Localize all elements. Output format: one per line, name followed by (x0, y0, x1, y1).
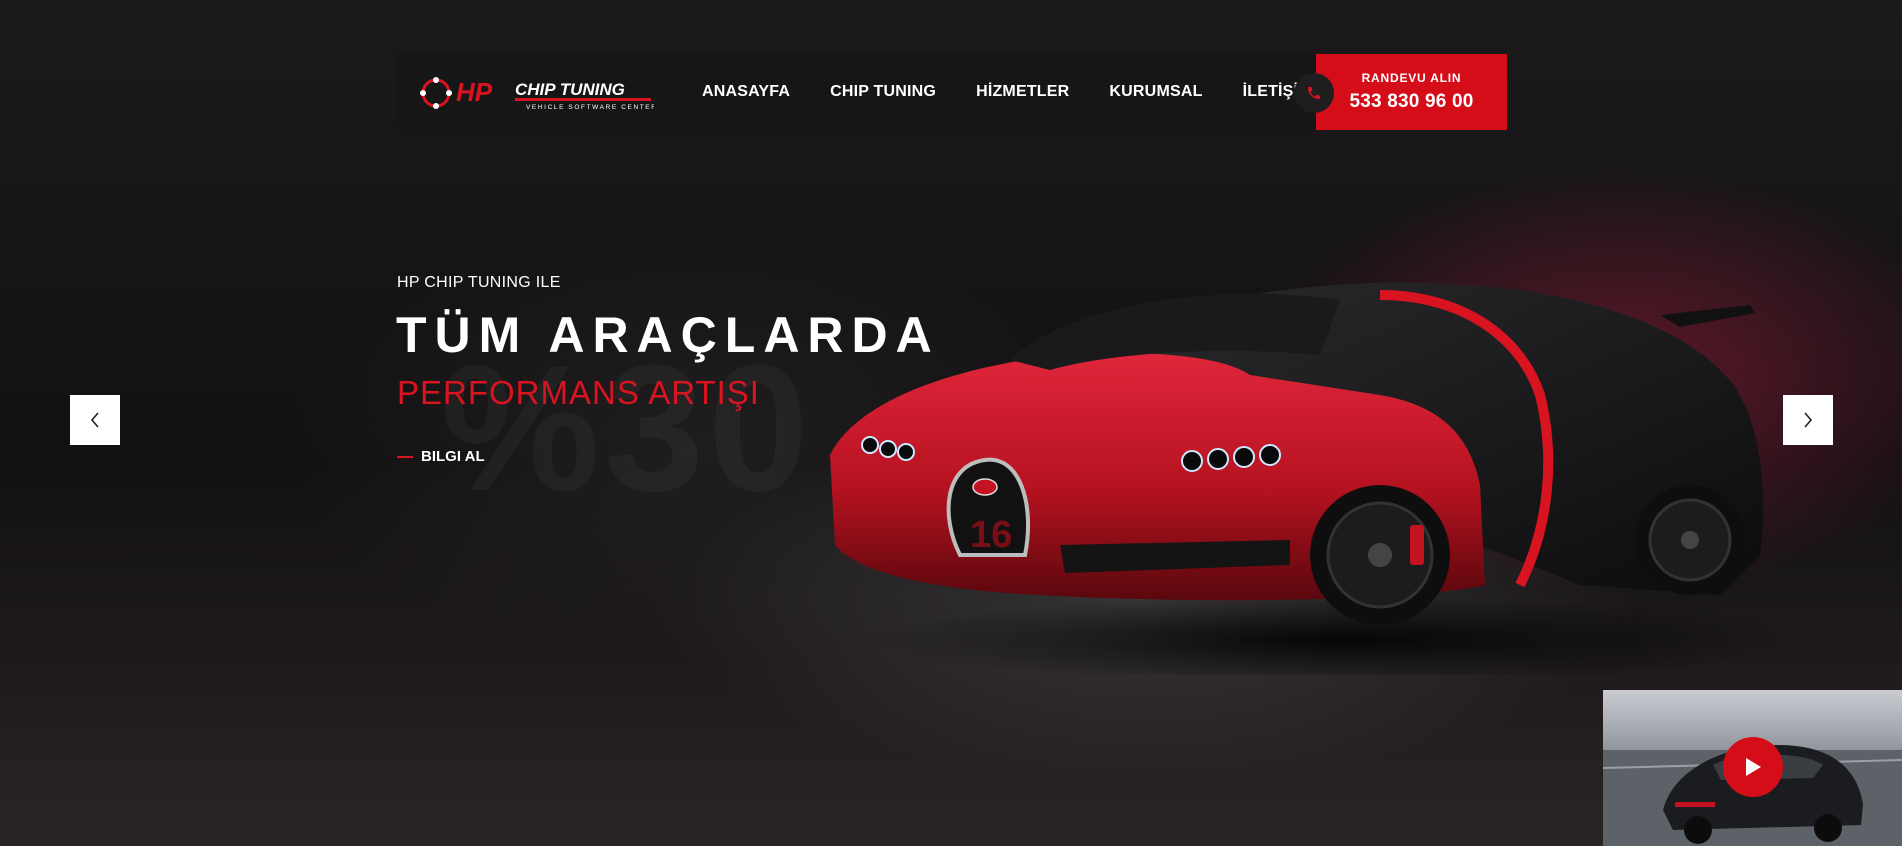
svg-text:CHIP TUNING: CHIP TUNING (515, 80, 625, 99)
chevron-right-icon (1804, 412, 1813, 428)
svg-text:HP: HP (456, 77, 493, 107)
red-dash (397, 455, 413, 458)
hero-car-image: 16 (830, 282, 1810, 675)
hero-kicker: HP CHIP TUNING ILE (397, 274, 561, 291)
site-header: HP CHIP TUNING VEHICLE SOFTWARE CENTER A… (396, 54, 1316, 130)
info-link[interactable]: BILGI AL (397, 448, 485, 465)
nav-item-anasayfa[interactable]: ANASAYFA (702, 83, 790, 101)
chevron-left-icon (90, 412, 99, 428)
svg-text:VEHICLE SOFTWARE CENTER: VEHICLE SOFTWARE CENTER (526, 104, 654, 111)
slider-prev-button[interactable] (70, 395, 120, 445)
appointment-label: RANDEVU ALIN (1361, 71, 1462, 85)
nav-item-chip-tuning[interactable]: CHIP TUNING (830, 83, 936, 101)
appointment-phone: 533 830 96 00 (1349, 91, 1474, 112)
svg-text:16: 16 (970, 514, 1012, 556)
appointment-button[interactable]: RANDEVU ALIN 533 830 96 00 (1316, 54, 1507, 130)
play-button[interactable] (1723, 737, 1783, 797)
info-link-label: BILGI AL (421, 448, 485, 465)
hero-subtitle: PERFORMANS ARTIŞI (397, 374, 760, 411)
play-icon (1746, 758, 1761, 776)
main-nav: ANASAYFA CHIP TUNING HİZMETLER KURUMSAL … (702, 54, 1312, 130)
nav-item-hizmetler[interactable]: HİZMETLER (976, 83, 1069, 101)
nav-item-kurumsal[interactable]: KURUMSAL (1109, 83, 1202, 101)
site-logo[interactable]: HP CHIP TUNING VEHICLE SOFTWARE CENTER (418, 72, 654, 114)
phone-icon (1294, 73, 1334, 113)
logo-emblem-icon (420, 77, 452, 109)
slider-next-button[interactable] (1783, 395, 1833, 445)
